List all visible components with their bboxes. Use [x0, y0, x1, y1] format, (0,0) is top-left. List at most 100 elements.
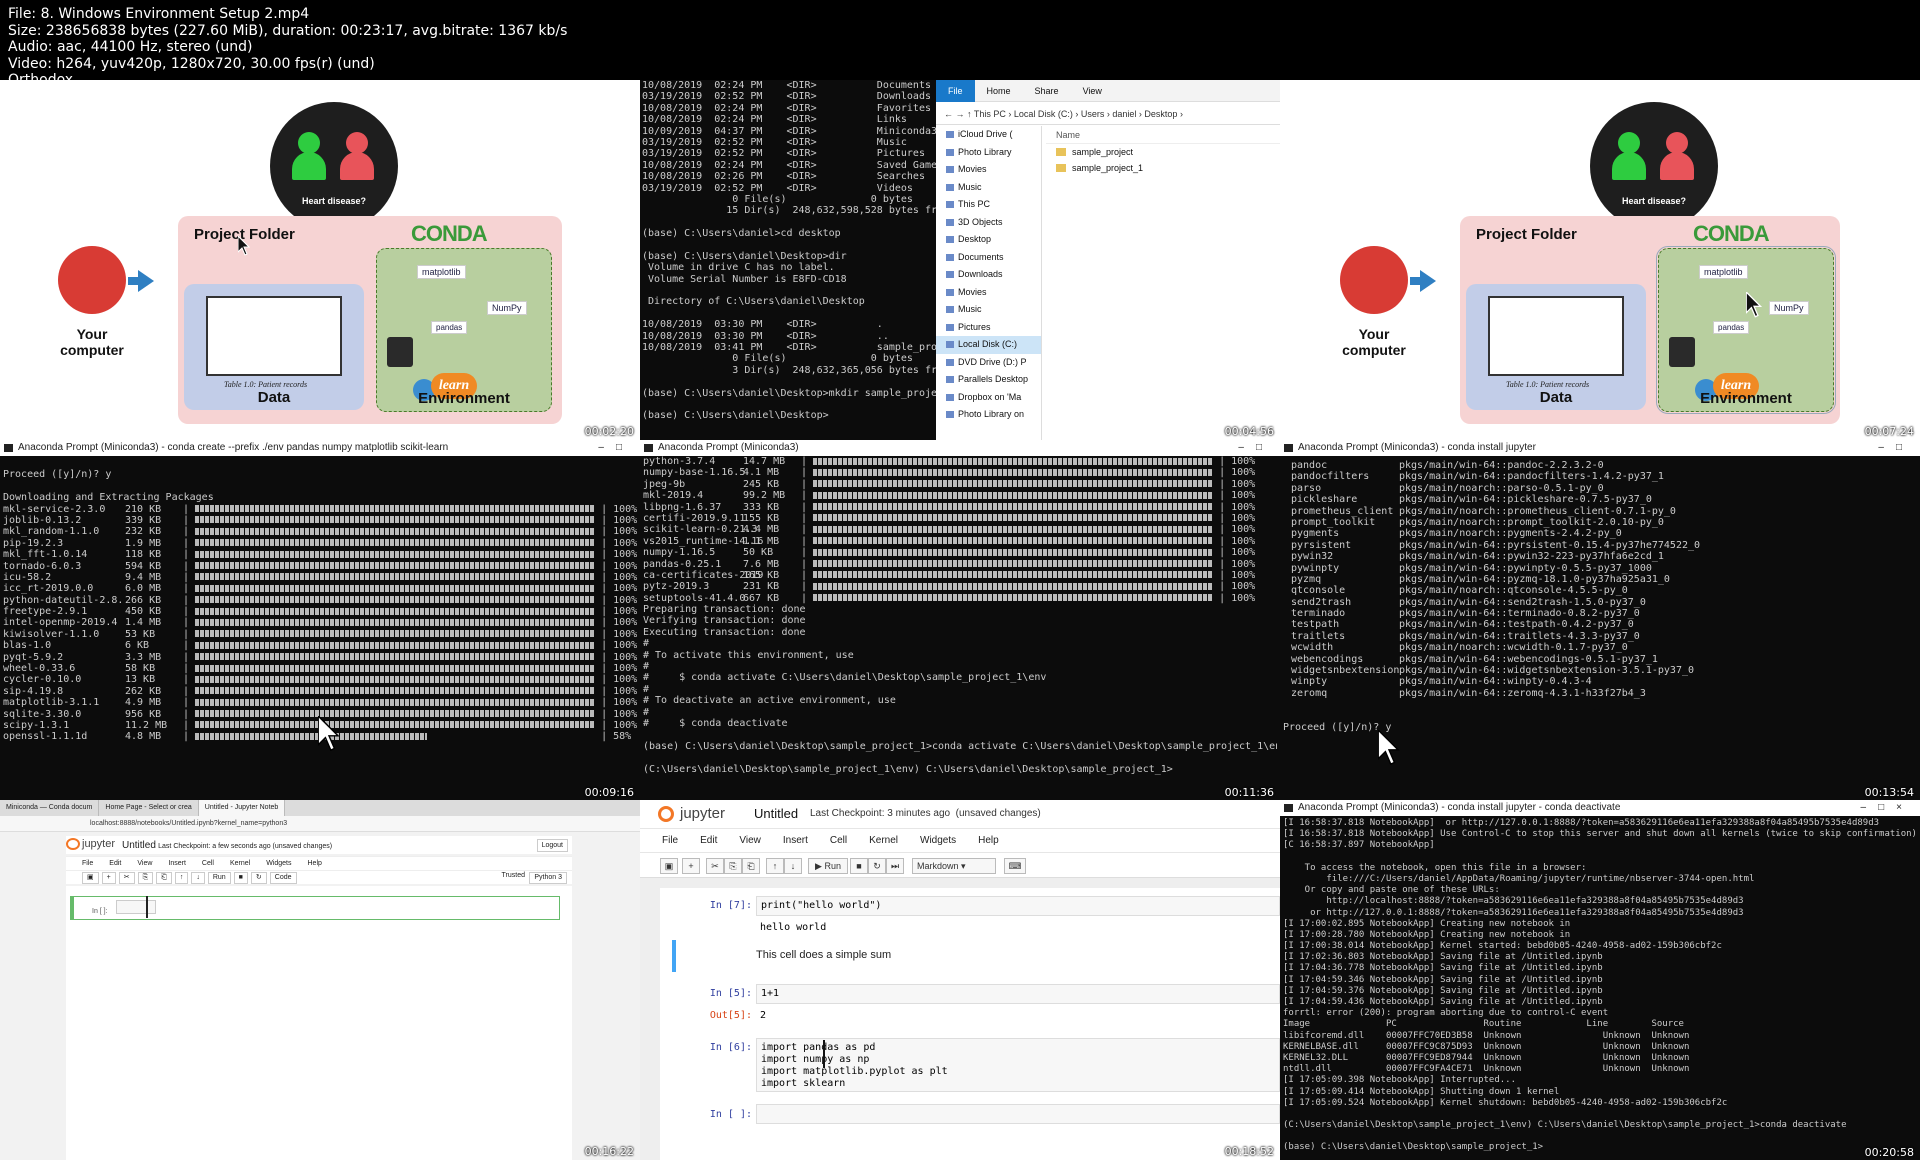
- url-bar[interactable]: localhost:8888/notebooks/Untitled.ipynb?…: [0, 816, 640, 832]
- ribbon-view-tab[interactable]: View: [1071, 80, 1114, 102]
- window-controls-icon[interactable]: –□×: [1861, 800, 1914, 816]
- browser-tab[interactable]: Home Page - Select or crea: [99, 800, 199, 816]
- cell-type-select[interactable]: Code: [269, 872, 297, 884]
- menu-item[interactable]: Widgets: [920, 829, 956, 853]
- menu-item[interactable]: Edit: [109, 857, 121, 871]
- paste-icon[interactable]: ⎗: [742, 858, 760, 874]
- sidebar-item[interactable]: Parallels Desktop: [936, 371, 1041, 389]
- column-header-name[interactable]: Name: [1046, 126, 1280, 144]
- add-cell-icon[interactable]: +: [682, 858, 700, 874]
- window-controls-icon[interactable]: –□: [1238, 440, 1274, 456]
- sidebar-item[interactable]: DVD Drive (D:) P: [936, 354, 1041, 372]
- cell-type-select[interactable]: Markdown ▾: [912, 858, 996, 874]
- sidebar-item[interactable]: Pictures: [936, 319, 1041, 337]
- jupyter-brand[interactable]: jupyter: [680, 805, 725, 822]
- copy-icon[interactable]: ⎘: [724, 858, 742, 874]
- menu-item[interactable]: Help: [978, 829, 999, 853]
- address-bar[interactable]: ← → ↑ This PC › Local Disk (C:) › Users …: [936, 103, 1280, 125]
- window-controls-icon[interactable]: –□: [1878, 440, 1914, 456]
- move-up-icon[interactable]: ↑: [174, 872, 189, 884]
- code-cell[interactable]: In [6]: import pandas as pd import numpy …: [660, 1038, 1280, 1094]
- menu-item[interactable]: File: [662, 829, 678, 853]
- cut-icon[interactable]: ✂: [706, 858, 724, 874]
- sidebar-item[interactable]: Photo Library on: [936, 406, 1041, 424]
- run-button[interactable]: Run: [207, 872, 231, 884]
- menu-item[interactable]: File: [82, 857, 93, 871]
- add-cell-icon[interactable]: +: [101, 872, 116, 884]
- sidebar-item[interactable]: iCloud Drive (: [936, 126, 1041, 144]
- cell-code[interactable]: 1+1: [756, 984, 1280, 1004]
- nav-arrows-icon[interactable]: ← → ↑: [944, 109, 974, 119]
- markdown-cell[interactable]: This cell does a simple sum: [672, 940, 1280, 972]
- ribbon-file-tab[interactable]: File: [936, 80, 975, 102]
- restart-icon[interactable]: ↻: [250, 872, 267, 884]
- menu-item[interactable]: Cell: [202, 857, 214, 871]
- restart-icon[interactable]: ↻: [868, 858, 886, 874]
- menu-item[interactable]: Kernel: [230, 857, 250, 871]
- cell-input[interactable]: [115, 900, 156, 914]
- menu-item[interactable]: Kernel: [869, 829, 898, 853]
- code-cell[interactable]: In [ ]:: [660, 1104, 1280, 1128]
- stop-icon[interactable]: ■: [233, 872, 248, 884]
- terminal-line: # $ conda deactivate: [643, 717, 788, 729]
- file-item[interactable]: sample_project_1: [1046, 160, 1280, 176]
- move-down-icon[interactable]: ↓: [784, 858, 802, 874]
- notebook-title[interactable]: Untitled Last Checkpoint: a few seconds …: [122, 840, 332, 851]
- path-users[interactable]: Users: [1081, 109, 1105, 119]
- jupyter-brand[interactable]: jupyter: [82, 838, 115, 850]
- copy-icon[interactable]: ⎘: [137, 872, 154, 884]
- move-down-icon[interactable]: ↓: [191, 872, 205, 884]
- data-label: Data: [257, 389, 291, 406]
- cell-code[interactable]: print("hello world"): [756, 896, 1280, 916]
- menu-item[interactable]: Insert: [783, 829, 808, 853]
- sidebar-item[interactable]: Movies: [936, 284, 1041, 302]
- run-button[interactable]: ▶ Run: [808, 858, 848, 874]
- menu-item[interactable]: Help: [308, 857, 322, 871]
- menu-item[interactable]: View: [739, 829, 761, 853]
- browser-tab[interactable]: Miniconda — Conda docum: [0, 800, 100, 816]
- paste-icon[interactable]: ⎗: [156, 872, 172, 884]
- path-desktop[interactable]: Desktop: [1144, 109, 1177, 119]
- cell-code[interactable]: import pandas as pd import numpy as np imp…: [756, 1038, 1280, 1092]
- logout-button[interactable]: Logout: [536, 839, 568, 852]
- menu-item[interactable]: View: [137, 857, 152, 871]
- sidebar-item[interactable]: Music: [936, 301, 1041, 319]
- ribbon-share-tab[interactable]: Share: [1023, 80, 1071, 102]
- browser-tab-active[interactable]: Untitled - Jupyter Noteb: [198, 800, 286, 816]
- menu-item[interactable]: Insert: [168, 857, 186, 871]
- keyboard-icon[interactable]: ⌨: [1004, 858, 1026, 874]
- restart-run-icon[interactable]: ⏭: [886, 858, 904, 874]
- sidebar-item[interactable]: Downloads: [936, 266, 1041, 284]
- sidebar-item[interactable]: 3D Objects: [936, 214, 1041, 232]
- notebook-name[interactable]: Untitled: [754, 806, 798, 821]
- code-cell[interactable]: In [5]: 1+1 Out[5]: 2: [660, 984, 1280, 1028]
- save-icon[interactable]: ▣: [82, 872, 99, 884]
- cut-icon[interactable]: ✂: [118, 872, 135, 884]
- sidebar-item[interactable]: This PC: [936, 196, 1041, 214]
- window-controls-icon[interactable]: –□: [598, 440, 634, 456]
- progress-percent: 100%: [1231, 490, 1256, 502]
- path-localdisk[interactable]: Local Disk (C:): [1014, 109, 1073, 119]
- sidebar-item[interactable]: Movies: [936, 161, 1041, 179]
- cell-code[interactable]: [756, 1104, 1280, 1124]
- move-up-icon[interactable]: ↑: [766, 858, 784, 874]
- environment-box[interactable]: CONDA matplotlib NumPy pandas learn Envi…: [1656, 221, 1836, 414]
- menu-item[interactable]: Widgets: [266, 857, 291, 871]
- path-thispc[interactable]: This PC: [974, 109, 1006, 119]
- sidebar-item[interactable]: Local Disk (C:): [936, 336, 1041, 354]
- file-item[interactable]: sample_project: [1046, 144, 1280, 160]
- menu-item[interactable]: Cell: [830, 829, 847, 853]
- code-cell[interactable]: In [7]: print("hello world") hello world: [660, 896, 1280, 936]
- menu-item[interactable]: Edit: [700, 829, 717, 853]
- stop-icon[interactable]: ■: [850, 858, 868, 874]
- code-cell[interactable]: In [ ]:: [70, 896, 560, 920]
- sidebar-item[interactable]: Documents: [936, 249, 1041, 267]
- save-icon[interactable]: ▣: [660, 858, 678, 874]
- sidebar-item[interactable]: Dropbox on 'Ma: [936, 389, 1041, 407]
- path-daniel[interactable]: daniel: [1112, 109, 1136, 119]
- ribbon-home-tab[interactable]: Home: [975, 80, 1023, 102]
- sidebar-item[interactable]: Music: [936, 179, 1041, 197]
- sidebar-item[interactable]: Photo Library: [936, 144, 1041, 162]
- sidebar-item[interactable]: Desktop: [936, 231, 1041, 249]
